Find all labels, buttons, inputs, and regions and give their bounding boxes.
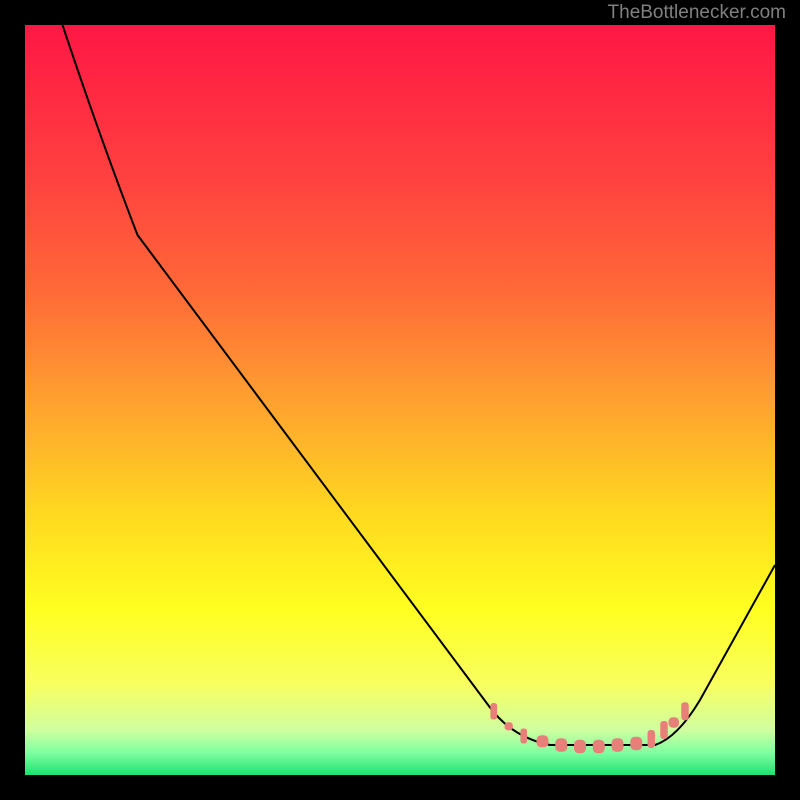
gradient-background (25, 25, 775, 775)
watermark-text: TheBottlenecker.com (608, 2, 786, 24)
chart-svg (25, 25, 775, 775)
chart-container (25, 25, 775, 775)
